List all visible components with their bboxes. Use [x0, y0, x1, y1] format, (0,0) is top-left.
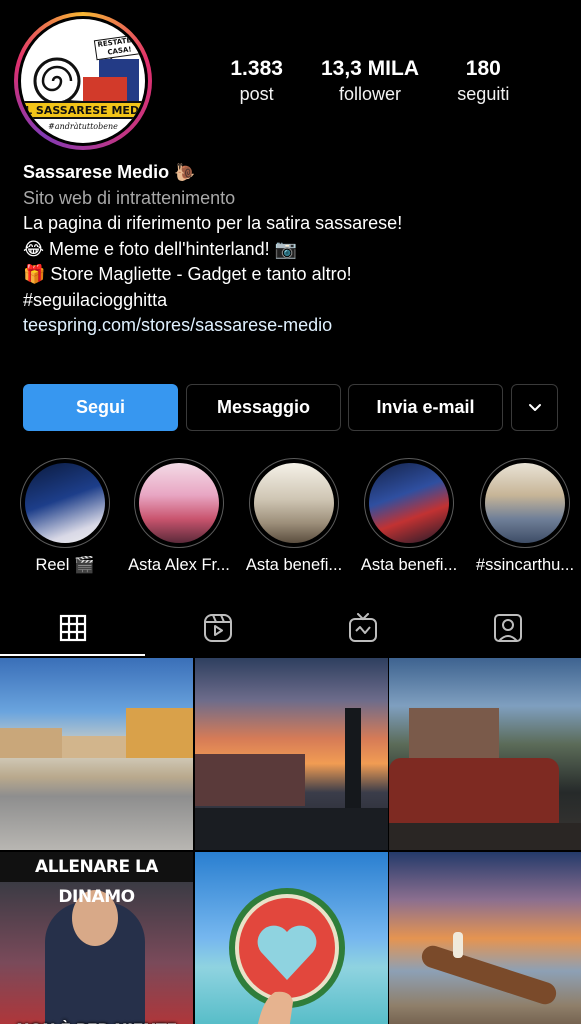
highlight-cover: [485, 463, 565, 543]
post-scene: [419, 942, 559, 1008]
profile-category: Sito web di intrattenimento: [23, 187, 236, 208]
highlight-asta-benefica-2[interactable]: Asta benefi...: [354, 458, 464, 575]
highlight-ring: [364, 458, 454, 548]
highlight-label: Asta benefi...: [360, 556, 458, 574]
highlight-ssincarthu[interactable]: #ssincarthu...: [470, 458, 580, 575]
watermelon-heart-icon: [228, 888, 345, 1024]
highlight-label: Asta benefi...: [245, 556, 343, 574]
meme-bottom-text: NON È PER NIENTE: [0, 1016, 193, 1024]
highlight-cover: [254, 463, 334, 543]
profile-stats: 1.383 post 13,3 MILA follower 180 seguit…: [200, 56, 540, 106]
highlight-label: #ssincarthu...: [475, 556, 575, 574]
highlight-ring: [20, 458, 110, 548]
avatar-band: IL SASSARESE MEDIO: [21, 101, 145, 119]
avatar-border: RESTATE A CASA! IL SASSARESE MEDIO #andr…: [18, 16, 148, 146]
profile-name: Sassarese Medio: [23, 162, 170, 182]
chevron-down-icon: [528, 403, 541, 411]
story-highlights: Reel 🎬 Asta Alex Fr... Asta benefi... As…: [0, 458, 581, 578]
post-scene: [126, 708, 193, 758]
tab-reels[interactable]: [145, 600, 290, 656]
post-thumbnail[interactable]: [0, 658, 193, 850]
grid-icon: [59, 614, 86, 642]
stat-followers-label: follower: [338, 84, 401, 104]
stat-following-count: 180: [465, 57, 501, 80]
post-thumbnail[interactable]: [389, 852, 581, 1024]
bio-line: 😂 Meme e foto dell'hinterland! 📷: [23, 238, 298, 259]
post-thumbnail[interactable]: [194, 658, 388, 850]
highlight-ring: [480, 458, 570, 548]
stat-posts-label: post: [239, 84, 274, 104]
meme-top-text: ALLENARE LA DINAMO: [0, 852, 193, 907]
post-scene: [389, 823, 581, 850]
post-scene: [194, 754, 305, 806]
highlight-label: Asta Alex Fr...: [128, 556, 230, 574]
profile-name-row: Sassarese Medio 🐌: [23, 160, 563, 186]
stat-followers-count: 13,3 MILA: [320, 57, 419, 80]
highlight-cover: [25, 463, 105, 543]
highlight-ring: [249, 458, 339, 548]
post-scene: [194, 808, 388, 850]
post-thumbnail[interactable]: [389, 658, 581, 850]
highlight-reel[interactable]: Reel 🎬: [10, 458, 120, 575]
bio-hashtag[interactable]: #seguilaciogghitta: [23, 288, 563, 314]
tagged-icon: [494, 614, 523, 642]
post-scene: [344, 708, 361, 808]
tab-igtv[interactable]: [291, 600, 436, 656]
post-scene: [453, 932, 463, 958]
snail-icon: 🐌: [174, 163, 196, 182]
highlight-label: Reel 🎬: [35, 556, 95, 574]
posts-grid: ALLENARE LA DINAMO NON È PER NIENTE: [0, 658, 581, 1024]
tab-tagged[interactable]: [436, 600, 581, 656]
highlight-cover: [139, 463, 219, 543]
profile-avatar[interactable]: RESTATE A CASA! IL SASSARESE MEDIO #andr…: [14, 12, 152, 150]
email-button[interactable]: Invia e-mail: [348, 384, 503, 431]
post-scene: [62, 736, 126, 758]
stat-following-label: seguiti: [457, 84, 510, 104]
bio-link[interactable]: teespring.com/stores/sassarese-medio: [23, 313, 563, 339]
profile-bio: Sassarese Medio 🐌 Sito web di intratteni…: [23, 160, 563, 339]
follow-button[interactable]: Segui: [23, 384, 178, 431]
highlight-asta-alex[interactable]: Asta Alex Fr...: [124, 458, 234, 575]
more-options-button[interactable]: [511, 384, 558, 431]
stat-followers[interactable]: 13,3 MILA follower: [315, 56, 425, 106]
highlight-ring: [134, 458, 224, 548]
stat-posts[interactable]: 1.383 post: [202, 56, 312, 106]
post-thumbnail[interactable]: [194, 852, 388, 1024]
post-scene: [389, 758, 559, 828]
bio-line: 🎁 Store Magliette - Gadget e tanto altro…: [23, 264, 352, 284]
avatar-tagline: #andràtuttobene: [48, 122, 118, 131]
stat-following[interactable]: 180 seguiti: [428, 56, 538, 106]
profile-tabs: [0, 600, 581, 656]
stat-posts-count: 1.383: [230, 57, 283, 80]
highlight-asta-benefica-1[interactable]: Asta benefi...: [239, 458, 349, 575]
post-thumbnail-meme[interactable]: ALLENARE LA DINAMO NON È PER NIENTE: [0, 852, 193, 1024]
avatar-image: RESTATE A CASA! IL SASSARESE MEDIO #andr…: [21, 19, 145, 143]
igtv-icon: [349, 613, 378, 642]
tab-posts-grid[interactable]: [0, 600, 146, 656]
bio-line: La pagina di riferimento per la satira s…: [23, 213, 403, 233]
post-scene: [0, 728, 62, 758]
highlight-cover: [369, 463, 449, 543]
message-button[interactable]: Messaggio: [186, 384, 341, 431]
reels-icon: [203, 614, 232, 642]
